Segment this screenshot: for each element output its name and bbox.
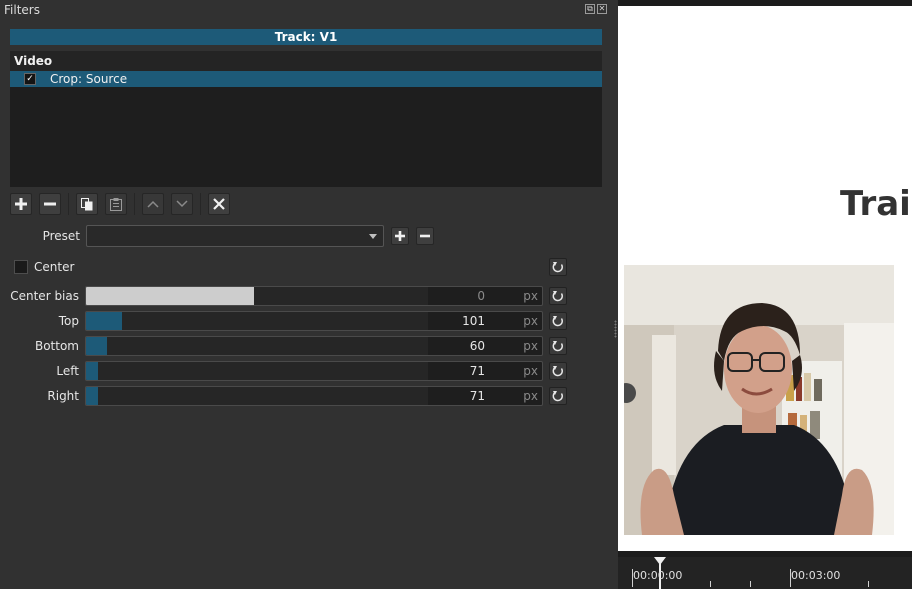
- close-icon: [213, 198, 225, 210]
- right-slider[interactable]: [85, 386, 428, 406]
- center-checkbox[interactable]: [14, 260, 28, 274]
- preset-label: Preset: [42, 229, 80, 243]
- filter-enable-checkbox[interactable]: ✓: [24, 73, 36, 85]
- chevron-up-icon: [147, 200, 159, 208]
- float-icon[interactable]: ⧉: [585, 4, 595, 14]
- timecode-mark: 00:03:00: [791, 569, 841, 582]
- center-bias-reset-button[interactable]: [549, 287, 567, 305]
- reset-icon: [552, 341, 563, 352]
- spin-value: 0: [477, 289, 485, 303]
- chevron-down-icon: [176, 200, 188, 208]
- slider-fill: [86, 362, 98, 380]
- top-slider[interactable]: [85, 311, 428, 331]
- toolbar-separator: [200, 193, 201, 215]
- ruler-tick: [868, 581, 869, 587]
- preset-select[interactable]: [86, 225, 384, 247]
- panel-title-buttons: ⧉ ✕: [585, 4, 607, 14]
- spin-value: 60: [469, 339, 485, 353]
- spin-unit: px: [523, 289, 538, 303]
- webcam-video: [624, 265, 894, 535]
- preview-frame[interactable]: Train: [618, 6, 912, 551]
- close-icon[interactable]: ✕: [597, 4, 607, 14]
- bottom-slider[interactable]: [85, 336, 428, 356]
- slider-fill: [86, 337, 107, 355]
- slider-fill: [86, 287, 254, 305]
- person-video-image: [624, 265, 894, 535]
- param-label-left: Left: [56, 364, 79, 378]
- deselect-filter-button[interactable]: [208, 193, 230, 215]
- chevron-down-icon: [369, 234, 377, 239]
- copy-icon: [81, 197, 93, 210]
- slider-fill: [86, 387, 98, 405]
- delete-preset-button[interactable]: [416, 227, 434, 245]
- right-reset-button[interactable]: [549, 387, 567, 405]
- param-label-top: Top: [58, 314, 79, 328]
- add-filter-button[interactable]: [10, 193, 32, 215]
- timecode-start: 00:00:00: [633, 569, 683, 582]
- paste-filters-button[interactable]: [105, 193, 127, 215]
- add-icon: [395, 231, 405, 241]
- panel-title: Filters: [4, 3, 40, 17]
- remove-icon: [420, 234, 430, 238]
- center-bias-slider[interactable]: [85, 286, 428, 306]
- remove-icon: [44, 202, 56, 206]
- add-icon: [15, 198, 27, 210]
- param-label-center-bias: Center bias: [10, 289, 79, 303]
- filter-toolbar: [10, 192, 237, 216]
- spin-value: 71: [469, 389, 485, 403]
- paste-icon: [110, 197, 122, 211]
- right-spinbox[interactable]: 71 px: [428, 386, 543, 406]
- bottom-reset-button[interactable]: [549, 337, 567, 355]
- spin-unit: px: [523, 389, 538, 403]
- filter-name: Crop: Source: [50, 72, 128, 86]
- bottom-spinbox[interactable]: 60 px: [428, 336, 543, 356]
- spin-value: 71: [469, 364, 485, 378]
- list-section-video: Video: [10, 51, 602, 71]
- reset-icon: [552, 316, 563, 327]
- toolbar-separator: [134, 193, 135, 215]
- move-down-button[interactable]: [171, 193, 193, 215]
- reset-icon: [552, 391, 563, 402]
- spin-unit: px: [523, 314, 538, 328]
- timeline-ruler[interactable]: 00:00:00 00:03:00: [618, 557, 912, 589]
- top-spinbox[interactable]: 101 px: [428, 311, 543, 331]
- top-reset-button[interactable]: [549, 312, 567, 330]
- center-bias-spinbox[interactable]: 0 px: [428, 286, 543, 306]
- center-label: Center: [34, 260, 75, 274]
- list-item[interactable]: ✓ Crop: Source: [10, 71, 602, 87]
- track-header: Track: V1: [10, 29, 602, 45]
- spin-unit: px: [523, 339, 538, 353]
- param-label-right: Right: [47, 389, 79, 403]
- filters-panel: Filters ⧉ ✕ Track: V1 Video ✓ Crop: Sour…: [0, 0, 612, 589]
- reset-icon: [552, 291, 563, 302]
- move-up-button[interactable]: [142, 193, 164, 215]
- slide-title: Train: [840, 184, 912, 224]
- save-preset-button[interactable]: [391, 227, 409, 245]
- spin-value: 101: [462, 314, 485, 328]
- ruler-tick: [710, 581, 711, 587]
- copy-filters-button[interactable]: [76, 193, 98, 215]
- left-slider[interactable]: [85, 361, 428, 381]
- remove-filter-button[interactable]: [39, 193, 61, 215]
- splitter-handle[interactable]: [614, 320, 617, 338]
- ruler-tick: [750, 581, 751, 587]
- reset-icon: [552, 262, 563, 273]
- reset-icon: [552, 366, 563, 377]
- toolbar-separator: [68, 193, 69, 215]
- left-spinbox[interactable]: 71 px: [428, 361, 543, 381]
- spin-unit: px: [523, 364, 538, 378]
- slider-fill: [86, 312, 122, 330]
- center-reset-button[interactable]: [549, 258, 567, 276]
- param-label-bottom: Bottom: [34, 339, 79, 353]
- filter-list[interactable]: Video ✓ Crop: Source: [10, 51, 602, 187]
- left-reset-button[interactable]: [549, 362, 567, 380]
